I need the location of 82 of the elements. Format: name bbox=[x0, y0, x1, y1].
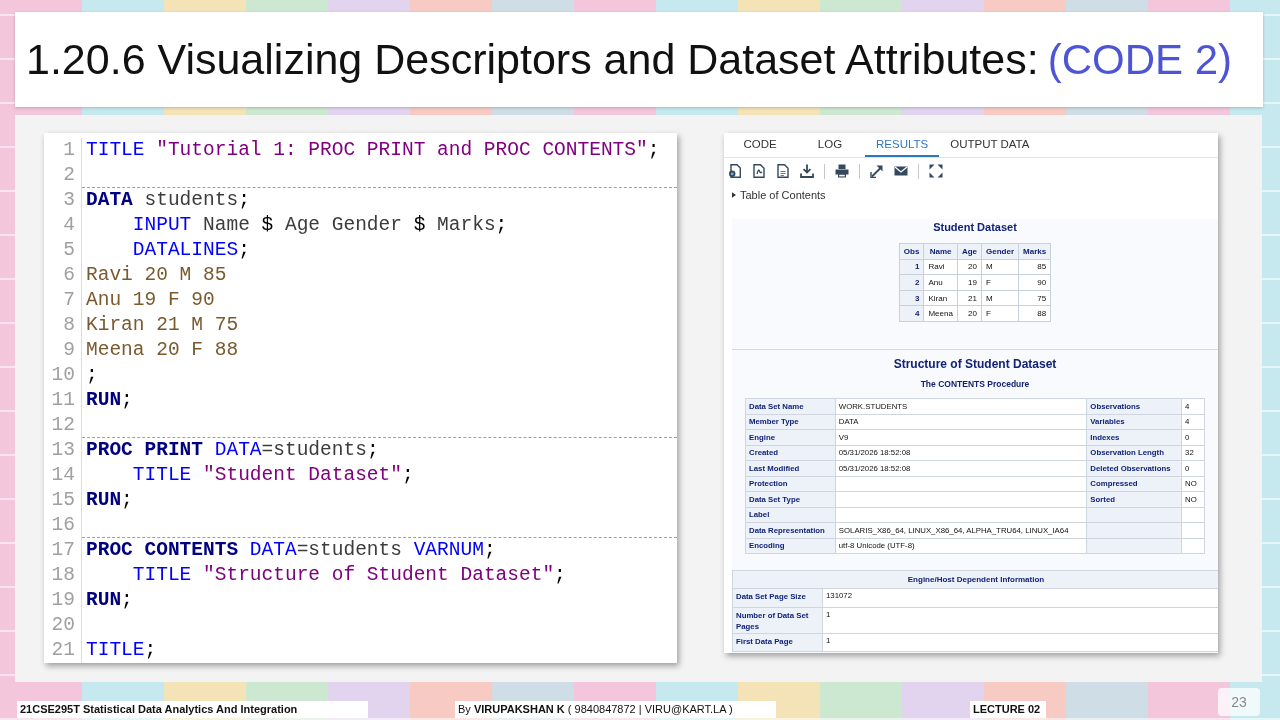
code-line: DATALINES; bbox=[131, 238, 250, 262]
line-number: 1 bbox=[63, 139, 75, 161]
document-icon[interactable] bbox=[728, 164, 742, 178]
code-line: TITLE "Student Dataset"; bbox=[131, 463, 414, 487]
table-cell: F bbox=[981, 274, 1019, 291]
line-number: 15 bbox=[51, 489, 75, 511]
tab[interactable]: RESULTS bbox=[865, 133, 940, 157]
download-icon[interactable] bbox=[800, 164, 814, 178]
line-number: 10 bbox=[51, 364, 75, 386]
tab[interactable]: LOG bbox=[795, 133, 865, 157]
code-line: RUN; bbox=[86, 488, 133, 512]
line-number: 6 bbox=[63, 264, 75, 286]
table-cell: 88 bbox=[1018, 305, 1051, 322]
code-tag: (CODE 2) bbox=[1047, 35, 1232, 84]
line-number: 19 bbox=[51, 589, 75, 611]
line-number: 12 bbox=[51, 414, 75, 436]
code-line: PROC CONTENTS DATA=students VARNUM; bbox=[86, 538, 496, 562]
line-number: 14 bbox=[51, 464, 75, 486]
code-line: TITLE; bbox=[86, 638, 157, 662]
code-line: DATA students; bbox=[86, 188, 250, 212]
line-number: 8 bbox=[63, 314, 75, 336]
table-cell: 90 bbox=[1018, 274, 1051, 291]
table-cell: Ravi bbox=[923, 259, 958, 275]
code-line: RUN; bbox=[86, 388, 133, 412]
line-number: 16 bbox=[51, 514, 75, 536]
fullscreen-icon[interactable] bbox=[929, 164, 943, 178]
column-header: Obs bbox=[899, 243, 924, 260]
column-header: Gender bbox=[981, 243, 1019, 260]
slide-title: 1.20.6 Visualizing Descriptors and Dataset Attributes: bbox=[26, 35, 1039, 84]
table-cell: 75 bbox=[1018, 290, 1051, 306]
line-number: 18 bbox=[51, 564, 75, 586]
line-number: 20 bbox=[51, 614, 75, 636]
code-line: Ravi 20 M 85 bbox=[86, 263, 227, 287]
column-header: Marks bbox=[1018, 243, 1051, 260]
output-title: Student Dataset bbox=[933, 220, 1017, 234]
column-header: Age bbox=[957, 243, 982, 260]
mail-icon[interactable] bbox=[894, 164, 908, 178]
line-number: 3 bbox=[63, 189, 75, 211]
table-cell: F bbox=[981, 305, 1019, 322]
code-line: Anu 19 F 90 bbox=[86, 288, 215, 312]
tab[interactable]: OUTPUT DATA bbox=[939, 133, 1041, 157]
lecture-label: LECTURE 02 bbox=[970, 701, 1046, 718]
diagonal-arrow-icon[interactable] bbox=[870, 164, 884, 178]
table-cell: Anu bbox=[923, 274, 958, 291]
page-number: 23 bbox=[1218, 688, 1260, 716]
table-cell: 21 bbox=[957, 290, 982, 306]
output-subtitle: The CONTENTS Procedure bbox=[920, 379, 1030, 390]
line-number: 4 bbox=[63, 214, 75, 236]
table-cell: 20 bbox=[957, 305, 982, 322]
code-line: PROC PRINT DATA=students; bbox=[86, 438, 379, 462]
code-line: ; bbox=[86, 363, 98, 387]
line-number: 21 bbox=[51, 639, 75, 661]
code-line: RUN; bbox=[86, 588, 133, 612]
table-cell: Kiran bbox=[923, 290, 958, 306]
code-line: Kiran 21 M 75 bbox=[86, 313, 239, 337]
line-number: 2 bbox=[63, 164, 75, 186]
line-number: 17 bbox=[51, 539, 75, 561]
table-cell: M bbox=[981, 259, 1019, 275]
line-number: 7 bbox=[63, 289, 75, 311]
course-title: 21CSE295T Statistical Data Analytics And Integration bbox=[17, 701, 368, 718]
tab[interactable]: CODE bbox=[725, 133, 795, 157]
table-cell: 20 bbox=[957, 259, 982, 275]
table-of-contents-toggle[interactable]: Table of Contents bbox=[732, 187, 826, 203]
line-number: 9 bbox=[63, 339, 75, 361]
table-cell: 85 bbox=[1018, 259, 1051, 275]
code-line: TITLE "Tutorial 1: PROC PRINT and PROC CONTENTS"; bbox=[86, 138, 660, 162]
line-number: 5 bbox=[63, 239, 75, 261]
table-cell: M bbox=[981, 290, 1019, 306]
document-icon[interactable] bbox=[752, 164, 766, 178]
code-line: INPUT Name $ Age Gender $ Marks; bbox=[131, 213, 508, 237]
line-number: 13 bbox=[51, 439, 75, 461]
table-title: Engine/Host Dependent Information bbox=[732, 570, 1218, 589]
code-line: Meena 20 F 88 bbox=[86, 338, 239, 362]
code-line: TITLE "Structure of Student Dataset"; bbox=[131, 563, 566, 587]
table-cell: 19 bbox=[957, 274, 982, 291]
line-number: 11 bbox=[51, 389, 75, 411]
author-credit: By VIRUPAKSHAN K ( 9840847872 | VIRU@KART.LA ) bbox=[455, 701, 776, 718]
column-header: Name bbox=[923, 243, 958, 260]
document-icon[interactable] bbox=[776, 164, 790, 178]
output-title: Structure of Student Dataset bbox=[893, 357, 1057, 372]
printer-icon[interactable] bbox=[835, 164, 849, 178]
table-cell: Meena bbox=[923, 305, 958, 322]
